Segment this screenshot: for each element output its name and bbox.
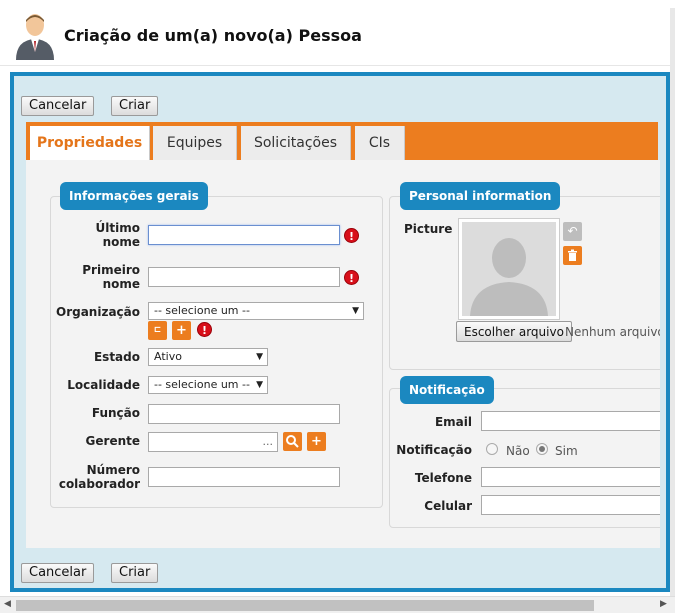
chevron-down-icon: ▼ [256,352,263,362]
person-placeholder-icon [462,222,556,316]
state-select[interactable]: Ativo ▼ [148,348,268,366]
page-title: Criação de um(a) novo(a) Pessoa [64,26,362,45]
mobile-input[interactable] [481,495,660,515]
last-name-label: Último nome [95,221,140,249]
tree-icon[interactable]: ⊏ [148,321,167,340]
option-yes-label: Sim [555,444,578,458]
choose-file-button[interactable]: Escolher arquivo [456,321,572,342]
trash-icon[interactable] [563,246,582,265]
tab-bar: Propriedades Equipes Solicitações CIs [26,122,658,161]
first-name-label: Primeiro nome [82,263,140,291]
undo-icon[interactable]: ↶ [563,222,582,241]
page-header: Criação de um(a) novo(a) Pessoa [0,0,675,66]
create-button-top[interactable]: Criar [111,96,159,116]
state-select-value: Ativo [154,350,182,363]
error-icon: ! [344,228,359,243]
last-name-input[interactable] [148,225,340,245]
function-label: Função [91,406,140,420]
properties-panel: Informações gerais Último nome ! Primeir… [26,160,660,548]
notification-legend: Notificação [400,376,494,404]
notification-label: Notificação [396,443,472,457]
tab-teams[interactable]: Equipes [153,126,237,160]
personal-info-legend: Personal information [400,182,561,210]
manager-input[interactable]: ... [148,432,278,452]
state-label: Estado [93,350,140,364]
scroll-left-icon[interactable]: ◀ [4,599,11,609]
horizontal-scrollbar[interactable]: ◀ ▶ [0,596,675,613]
create-button-bottom[interactable]: Criar [111,563,159,583]
phone-label: Telefone [414,471,472,485]
tab-cis[interactable]: CIs [355,126,405,160]
employee-number-input[interactable] [148,467,340,487]
tab-properties[interactable]: Propriedades [30,126,150,161]
error-icon: ! [344,270,359,285]
tab-requests[interactable]: Solicitações [241,126,351,160]
email-label: Email [434,415,472,429]
search-icon[interactable] [283,432,302,451]
general-info-legend: Informações gerais [60,182,208,210]
organization-select-value: -- selecione um -- [154,304,250,317]
mobile-label: Celular [424,499,472,513]
error-icon: ! [197,322,212,337]
organization-label: Organização [56,305,140,319]
location-label: Localidade [67,378,140,392]
phone-input[interactable] [481,467,660,487]
function-input[interactable] [148,404,340,424]
picture-frame [458,218,560,320]
add-organization-button[interactable]: + [172,321,191,340]
location-select[interactable]: -- selecione um -- ▼ [148,376,268,394]
file-status-text: Nenhum arquivo se [565,325,660,339]
organization-select[interactable]: -- selecione um -- ▼ [148,302,364,320]
chevron-down-icon: ▼ [256,380,263,390]
person-icon [16,14,54,60]
cancel-button-bottom[interactable]: Cancelar [21,563,95,583]
scrollbar-thumb[interactable] [16,600,594,611]
chevron-down-icon: ▼ [352,306,359,316]
picture-label: Picture [404,222,453,236]
email-input[interactable] [481,411,660,431]
scroll-right-icon[interactable]: ▶ [660,599,667,609]
radio-no[interactable] [486,443,498,455]
vertical-scrollbar[interactable] [670,8,675,596]
add-manager-button[interactable]: + [307,432,326,451]
location-select-value: -- selecione um -- [154,378,250,391]
radio-yes[interactable] [536,443,548,455]
manager-label: Gerente [85,434,140,448]
employee-number-label: Número colaborador [58,463,140,491]
cancel-button-top[interactable]: Cancelar [21,96,95,116]
option-no-label: Não [506,444,530,458]
first-name-input[interactable] [148,267,340,287]
